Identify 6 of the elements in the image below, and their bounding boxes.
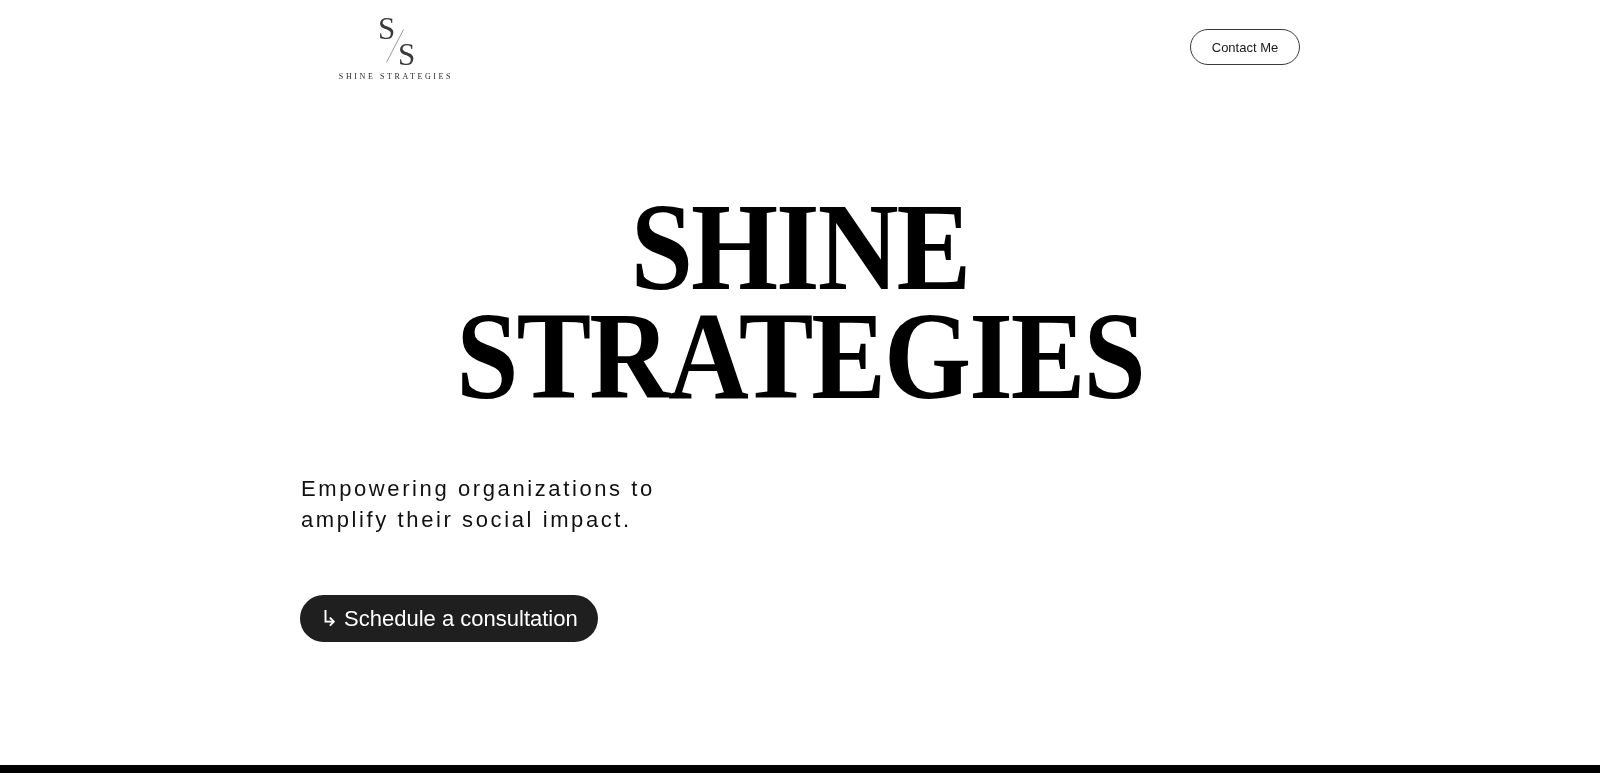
monogram-letter: S <box>378 13 396 44</box>
tagline: Empowering organizations to amplify their social impact. <box>301 475 656 534</box>
monogram-letter: S <box>398 39 416 70</box>
logo-wordmark: SHINE STRATEGIES <box>338 72 454 81</box>
schedule-button[interactable]: ↳ Schedule a consultation <box>300 595 598 642</box>
contact-button[interactable]: Contact Me <box>1190 29 1300 65</box>
